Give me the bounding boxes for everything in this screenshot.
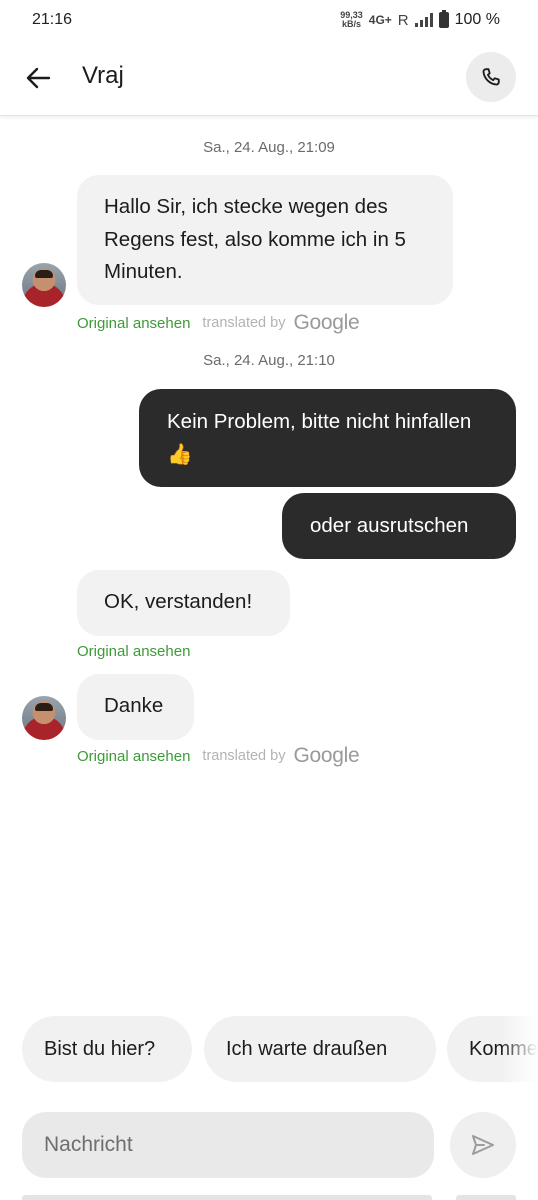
chips-fade	[500, 1010, 538, 1090]
view-original-link[interactable]: Original ansehen	[77, 643, 190, 660]
send-button[interactable]	[450, 1112, 516, 1178]
outgoing-message-bubble[interactable]: oder ausrutschen	[282, 493, 516, 559]
view-original-link[interactable]: Original ansehen	[77, 315, 190, 332]
quick-reply-chip[interactable]: Bist du hier?	[22, 1016, 192, 1082]
roaming-indicator: R	[397, 11, 409, 29]
translated-by-label: translated by	[202, 315, 286, 331]
message-timestamp: Sa., 24. Aug., 21:09	[203, 139, 335, 156]
bottom-divider	[22, 1195, 432, 1200]
status-time: 21:16	[32, 11, 73, 28]
incoming-message-bubble[interactable]: OK, verstanden!	[77, 570, 290, 636]
arrow-left-icon	[26, 67, 51, 89]
signal-icon	[414, 13, 433, 27]
battery-level: 100 %	[454, 11, 500, 28]
translation-meta: Original ansehen	[77, 643, 190, 660]
back-button[interactable]	[20, 60, 56, 96]
message-timestamp: Sa., 24. Aug., 21:10	[203, 352, 335, 369]
contact-avatar	[22, 696, 66, 740]
bottom-divider	[456, 1195, 516, 1200]
network-type: 4G+	[368, 13, 392, 27]
network-speed-unit: kB/s	[341, 19, 361, 29]
chat-header: Vraj	[0, 40, 538, 116]
quick-reply-chip[interactable]: Ich warte draußen	[204, 1016, 436, 1082]
send-icon	[472, 1135, 494, 1155]
status-bar: 21:16 99,33 kB/s 4G+ R 100 %	[0, 0, 538, 40]
incoming-message-bubble[interactable]: Danke	[77, 674, 194, 740]
translated-by-label: translated by	[202, 748, 286, 764]
chat-screen: 21:16 99,33 kB/s 4G+ R 100 % Vraj Sa., 2…	[0, 0, 538, 1200]
translation-meta: Original ansehen translated by Google	[77, 744, 360, 768]
phone-icon	[482, 68, 500, 86]
contact-name: Vraj	[82, 62, 124, 89]
call-button[interactable]	[466, 52, 516, 102]
translation-meta: Original ansehen translated by Google	[77, 311, 360, 335]
network-speed: 99,33 kB/s	[340, 11, 363, 29]
incoming-message-bubble[interactable]: Hallo Sir, ich stecke wegen des Regens f…	[77, 175, 453, 305]
status-indicators: 99,33 kB/s 4G+ R 100 %	[340, 10, 500, 29]
contact-avatar	[22, 263, 66, 307]
google-logo: Google	[293, 744, 360, 767]
battery-icon	[438, 10, 449, 28]
outgoing-message-bubble[interactable]: Kein Problem, bitte nicht hinfallen 👍	[139, 389, 516, 487]
google-logo: Google	[293, 311, 360, 334]
view-original-link[interactable]: Original ansehen	[77, 748, 190, 765]
message-input[interactable]	[22, 1112, 434, 1178]
